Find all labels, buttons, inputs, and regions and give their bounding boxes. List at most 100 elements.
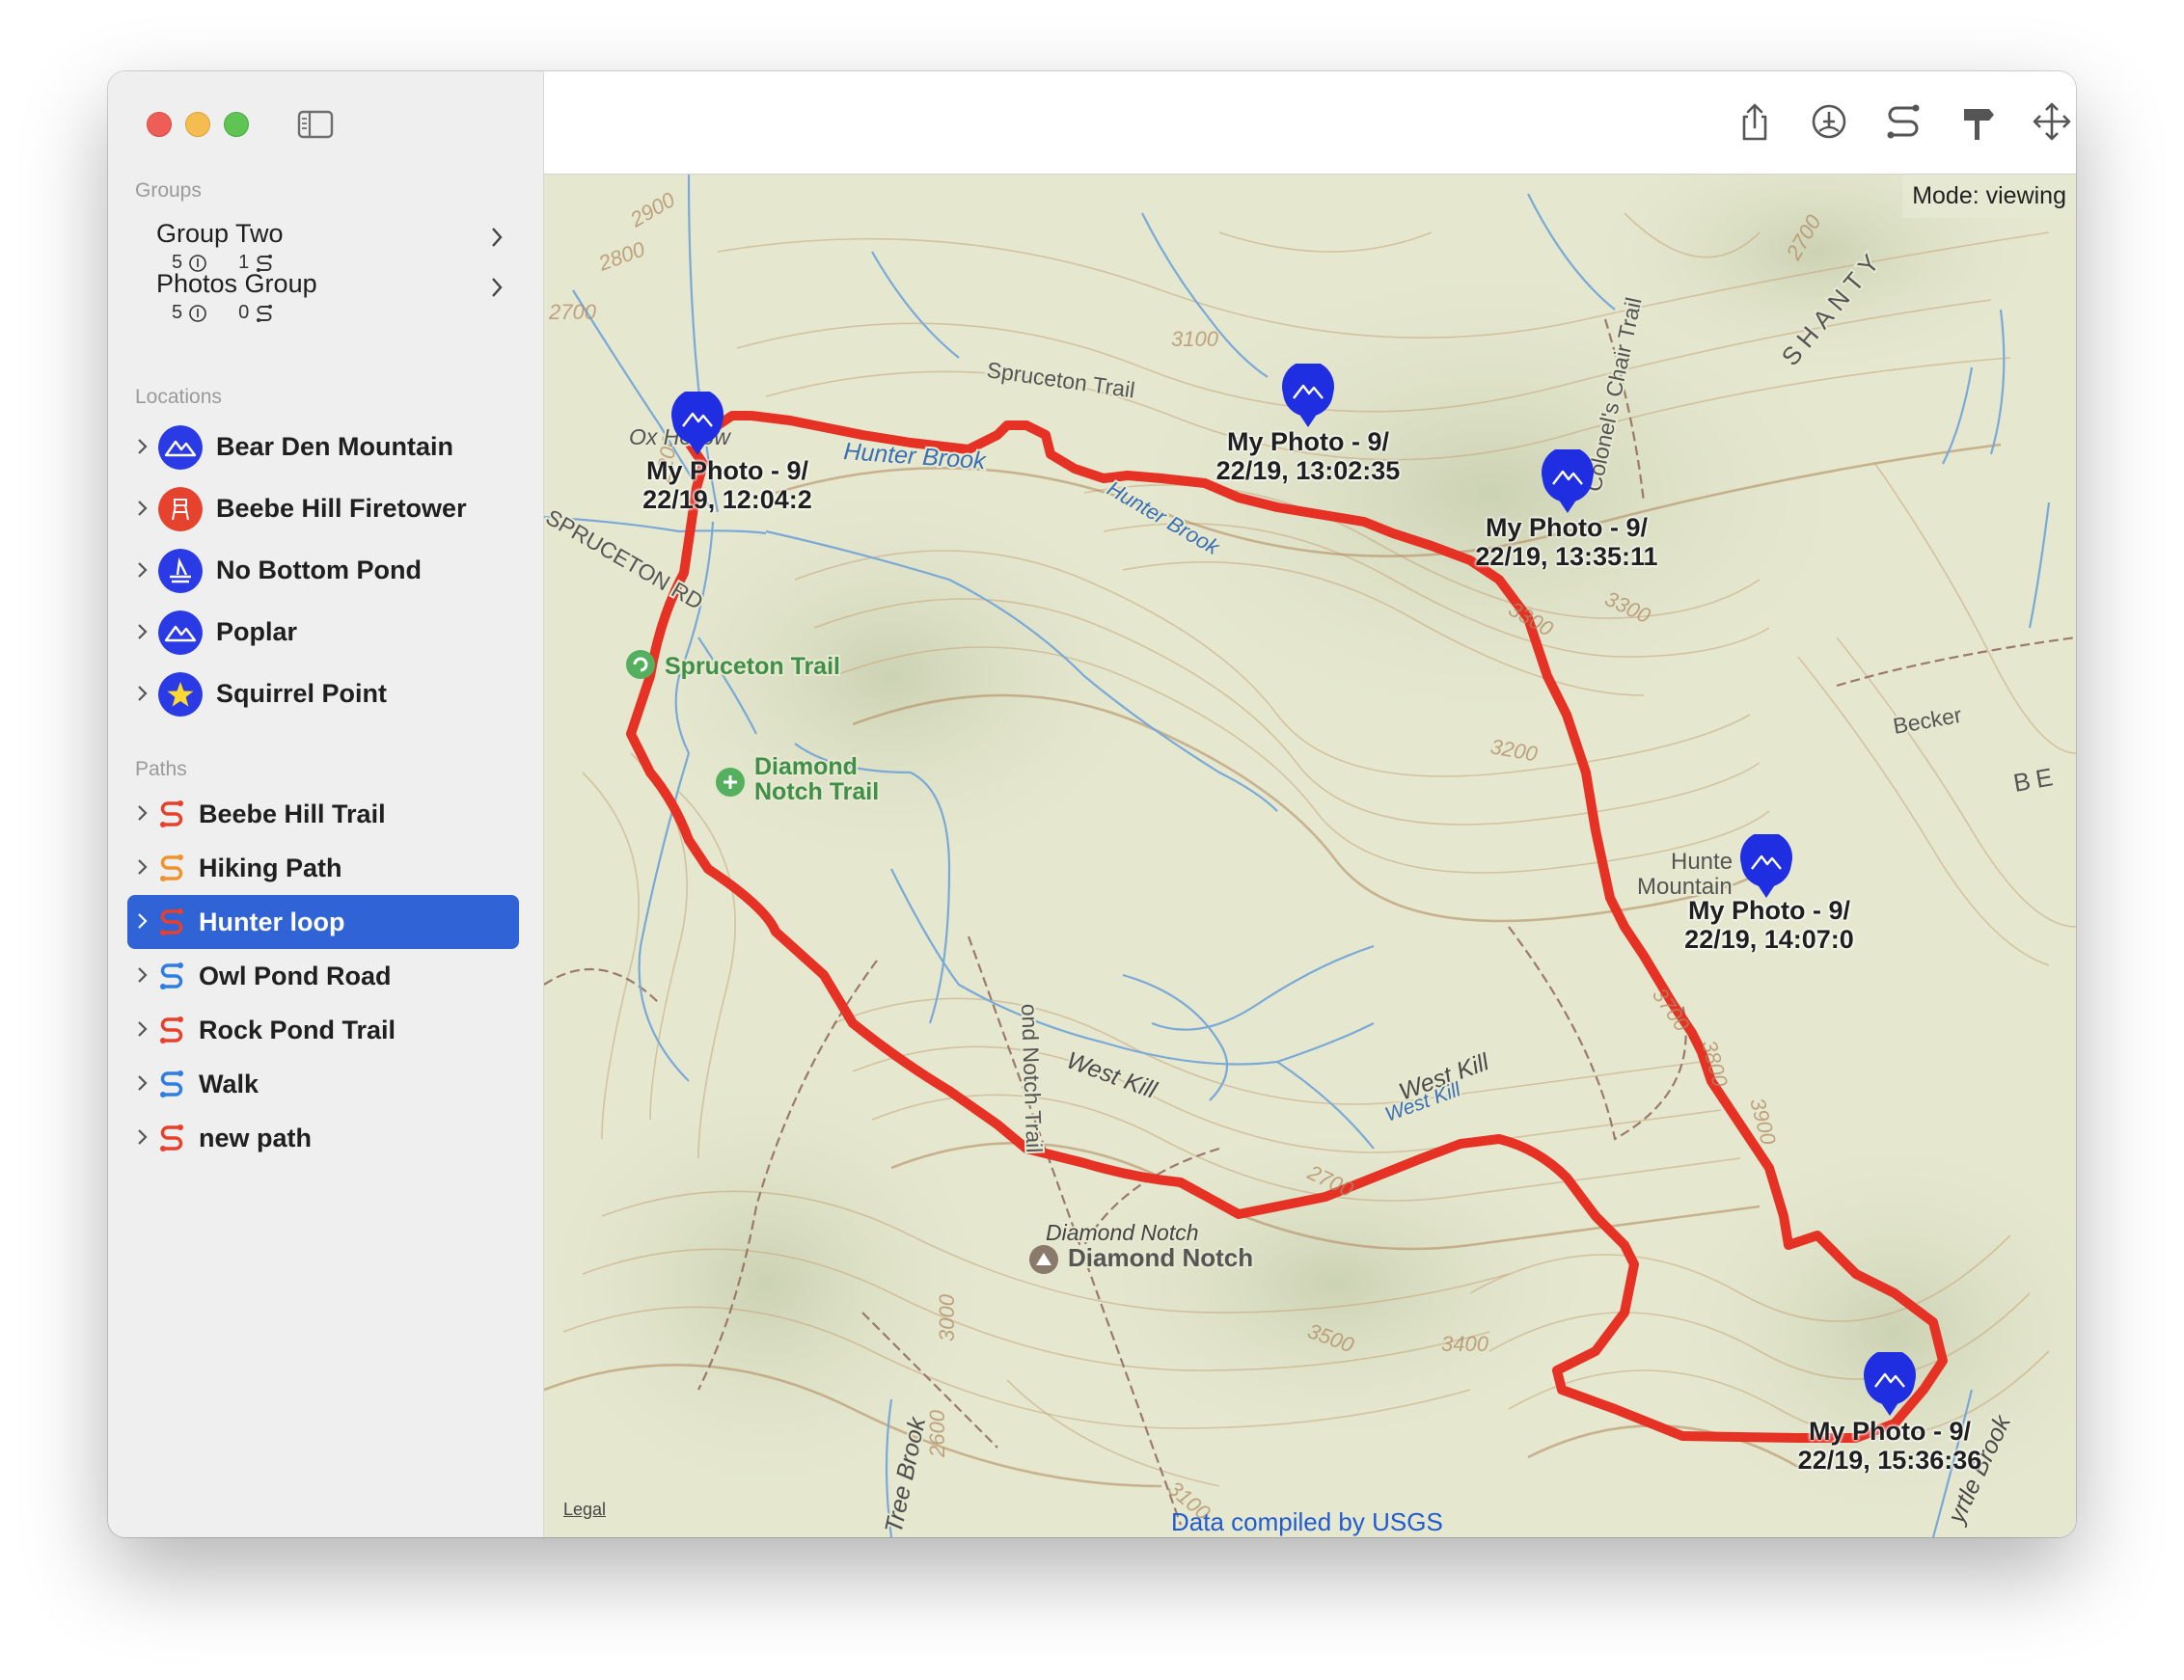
path-item-owl-pond-road[interactable]: Owl Pond Road: [127, 949, 519, 1003]
photo-pin-title: My Photo - 9/: [646, 456, 808, 485]
disclosure-chevron-icon[interactable]: [137, 500, 149, 517]
zoom-window-button[interactable]: [224, 112, 249, 137]
path-label: Hiking Path: [199, 854, 342, 882]
group-path-count: 0: [238, 302, 250, 323]
path-icon: [160, 1070, 183, 1097]
photo-pin[interactable]: [1862, 1348, 1918, 1418]
location-label: Squirrel Point: [216, 679, 388, 708]
path-item-beebe-hill-trail[interactable]: Beebe Hill Trail: [127, 787, 519, 841]
photo-pin-label: My Photo - 9/ 22/19, 15:36:36: [1784, 1417, 1996, 1475]
star-icon: [158, 672, 203, 717]
mountain-icon: [1740, 830, 1792, 898]
path-label: Owl Pond Road: [199, 962, 392, 990]
location-item-no-bottom-pond[interactable]: No Bottom Pond: [127, 544, 519, 598]
group-title: Photos Group: [156, 269, 317, 298]
disclosure-chevron-icon[interactable]: [137, 685, 149, 702]
place-label: Diamond Notch: [1046, 1220, 1199, 1245]
group-meta: 5 0: [172, 302, 274, 324]
photo-pin-time: 22/19, 13:02:35: [1215, 456, 1401, 485]
paths-section-label: Paths: [135, 758, 187, 780]
group-title: Group Two: [156, 219, 284, 248]
disclosure-chevron-icon[interactable]: [137, 1020, 149, 1038]
location-label: Beebe Hill Firetower: [216, 494, 467, 523]
location-item-bear-den-mountain[interactable]: Bear Den Mountain: [127, 420, 519, 474]
path-icon: [160, 1016, 183, 1043]
move-icon[interactable]: [2031, 100, 2073, 143]
mountain-icon: [1542, 446, 1594, 513]
poi-label: Notch Trail: [754, 778, 879, 805]
disclosure-chevron-icon[interactable]: [137, 1128, 149, 1146]
elevation-label: 2700: [548, 300, 597, 324]
path-icon: [160, 962, 183, 989]
elevation-label: 3100: [1171, 327, 1219, 351]
location-item-poplar[interactable]: Poplar: [127, 606, 519, 660]
path-item-hiking-path[interactable]: Hiking Path: [127, 841, 519, 895]
chevron-right-icon: [492, 228, 503, 247]
photo-pin-label: My Photo - 9/ 22/19, 13:02:35: [1202, 427, 1414, 485]
minimize-window-button[interactable]: [185, 112, 210, 137]
photo-pin-title: My Photo - 9/: [1227, 427, 1389, 456]
path-icon: [160, 854, 183, 881]
photo-pin-title: My Photo - 9/: [1486, 513, 1648, 542]
sidebar: Groups Group Two 5 1 Photos Group 5 0 Lo…: [108, 71, 544, 1537]
chevron-right-icon: [492, 278, 503, 297]
path-label: new path: [199, 1124, 313, 1152]
path-item-walk[interactable]: Walk: [127, 1057, 519, 1111]
map-data-credit[interactable]: Data compiled by USGS: [1171, 1507, 1443, 1537]
photo-pin-title: My Photo - 9/: [1688, 896, 1850, 925]
disclosure-chevron-icon[interactable]: [137, 804, 149, 822]
poi-label: Diamond: [754, 753, 858, 780]
toolbar: [544, 71, 2076, 175]
path-label: Hunter loop: [199, 908, 345, 936]
group-location-count: 5: [172, 302, 183, 323]
path-item-new-path[interactable]: new path: [127, 1111, 519, 1165]
location-item-beebe-hill-firetower[interactable]: Beebe Hill Firetower: [127, 482, 519, 536]
share-icon[interactable]: [1734, 100, 1776, 143]
elevation-label: 3400: [1441, 1332, 1489, 1356]
app-window: Groups Group Two 5 1 Photos Group 5 0 Lo…: [108, 71, 2076, 1537]
photo-pin[interactable]: [1540, 446, 1596, 515]
mountain-icon: [158, 610, 203, 655]
elevation-label: 2600: [925, 1409, 949, 1458]
poi-label: Diamond Notch: [1068, 1243, 1253, 1272]
disclosure-chevron-icon[interactable]: [137, 858, 149, 876]
location-item-squirrel-point[interactable]: Squirrel Point: [127, 667, 519, 721]
legal-link[interactable]: Legal: [563, 1500, 606, 1520]
photo-pin-time: 22/19, 13:35:11: [1475, 542, 1658, 571]
disclosure-chevron-icon[interactable]: [137, 561, 149, 579]
group-item-photos-group[interactable]: Photos Group 5 0: [156, 269, 523, 331]
location-label: Poplar: [216, 617, 298, 646]
photo-pin[interactable]: [1738, 830, 1794, 900]
disclosure-chevron-icon[interactable]: [137, 966, 149, 984]
locations-section-label: Locations: [135, 386, 222, 408]
close-window-button[interactable]: [147, 112, 172, 137]
photo-pin-title: My Photo - 9/: [1809, 1417, 1971, 1446]
photo-pin[interactable]: [1280, 360, 1336, 429]
location-label: Bear Den Mountain: [216, 432, 454, 461]
photo-pin-label: My Photo - 9/ 22/19, 12:04:2: [621, 456, 833, 514]
path-icon: [257, 304, 273, 322]
disclosure-chevron-icon[interactable]: [137, 623, 149, 640]
path-icon: [160, 1125, 183, 1152]
firetower-icon: [158, 487, 203, 531]
add-path-icon[interactable]: [1882, 100, 1925, 143]
path-icon: [160, 908, 183, 935]
map-view[interactable]: 2900 2800 2700 2700 3100 2200 3300 3300 …: [544, 175, 2076, 1537]
photo-pin-label: My Photo - 9/ 22/19, 14:07:0: [1663, 896, 1875, 954]
disclosure-chevron-icon[interactable]: [137, 1074, 149, 1092]
add-location-icon[interactable]: [1808, 100, 1850, 143]
groups-section-label: Groups: [135, 179, 202, 202]
path-item-hunter-loop[interactable]: Hunter loop: [127, 895, 519, 949]
trail-label: ond Notch Trail: [1017, 1003, 1047, 1153]
path-item-rock-pond-trail[interactable]: Rock Pond Trail: [127, 1003, 519, 1057]
mountain-icon: [1864, 1348, 1916, 1416]
disclosure-chevron-icon[interactable]: [137, 912, 149, 930]
place-label: Hunte: [1671, 849, 1733, 875]
path-label: Rock Pond Trail: [199, 1016, 396, 1044]
signpost-icon[interactable]: [1956, 100, 1999, 143]
sidebar-toggle-icon[interactable]: [297, 110, 334, 139]
mountain-icon: [671, 392, 723, 455]
disclosure-chevron-icon[interactable]: [137, 438, 149, 455]
mode-badge: Mode: viewing: [1902, 175, 2076, 218]
photo-pin-time: 22/19, 15:36:36: [1797, 1446, 1982, 1475]
